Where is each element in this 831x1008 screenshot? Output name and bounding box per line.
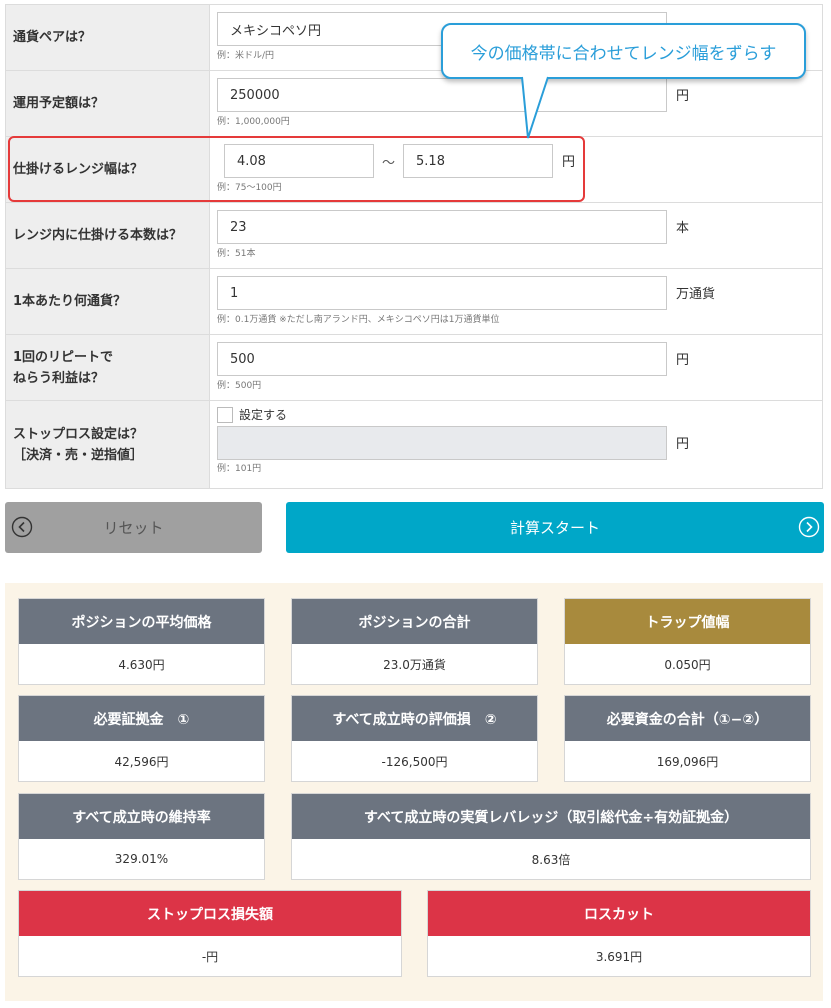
form-row-currency-per-trap: 1本あたり何通貨？ 1 万通貨 例：0.1万通貨 ※ただし南アランド円、メキシコ… bbox=[5, 269, 823, 335]
result-value: 8.63倍 bbox=[531, 852, 571, 867]
operating-amount-unit: 円 bbox=[676, 89, 690, 104]
result-title: すべて成立時の実質レバレッジ（取引総代金÷有効証拠金） bbox=[292, 794, 810, 839]
currency-pair-label: 通貨ペアは？ bbox=[6, 5, 210, 70]
stop-loss-example: 例：101円 bbox=[217, 464, 262, 474]
result-card-trap-width: トラップ値幅 0.050円 bbox=[564, 598, 811, 685]
range-from-input[interactable]: 4.08 bbox=[224, 144, 374, 178]
currency-per-trap-label: 1本あたり何通貨？ bbox=[6, 269, 210, 334]
range-to-input[interactable]: 5.18 bbox=[403, 144, 554, 178]
result-value: -円 bbox=[201, 949, 219, 964]
annotation-callout: 今の価格帯に合わせてレンジ幅をずらす bbox=[441, 23, 806, 79]
trap-count-unit: 本 bbox=[676, 221, 690, 236]
currency-per-trap-unit: 万通貨 bbox=[676, 287, 716, 302]
result-value: -126,500円 bbox=[381, 754, 448, 769]
form-row-stop-loss: ストップロス設定は？ ［決済・売・逆指値］ 設定する 円 例：101円 bbox=[5, 401, 823, 489]
results-panel: ポジションの平均価格 4.630円 ポジションの合計 23.0万通貨 トラップ値… bbox=[5, 583, 823, 1001]
repeat-profit-unit: 円 bbox=[676, 353, 690, 368]
result-title: 必要資金の合計（①−②） bbox=[565, 696, 810, 741]
result-title: 必要証拠金 ① bbox=[19, 696, 264, 741]
result-title: ポジションの合計 bbox=[292, 599, 537, 644]
repeat-profit-label: 1回のリピートで ねらう利益は？ bbox=[6, 335, 210, 400]
stop-loss-label-line1: ストップロス設定は？ bbox=[13, 426, 144, 442]
form-row-trap-count: レンジ内に仕掛ける本数は？ 23 本 例：51本 bbox=[5, 203, 823, 269]
trap-count-example: 例：51本 bbox=[217, 249, 256, 259]
result-title: トラップ値幅 bbox=[565, 599, 810, 644]
stop-loss-checkbox-label: 設定する bbox=[239, 408, 288, 422]
chevron-left-circle-icon bbox=[11, 516, 33, 538]
currency-per-trap-input[interactable]: 1 bbox=[217, 276, 667, 310]
stop-loss-checkbox[interactable] bbox=[217, 406, 233, 423]
result-card-loss-cut: ロスカット 3.691円 bbox=[427, 890, 811, 977]
range-width-label: 仕掛けるレンジ幅は？ bbox=[6, 137, 210, 202]
range-unit: 円 bbox=[562, 155, 576, 170]
result-value: 169,096円 bbox=[656, 754, 719, 769]
result-card-stop-loss-amount: ストップロス損失額 -円 bbox=[18, 890, 402, 977]
calculate-start-button-label: 計算スタート bbox=[509, 519, 600, 537]
operating-amount-label: 運用予定額は？ bbox=[6, 71, 210, 136]
result-title: ロスカット bbox=[428, 891, 810, 936]
trap-count-label: レンジ内に仕掛ける本数は？ bbox=[6, 203, 210, 268]
repeat-profit-example: 例：500円 bbox=[217, 381, 262, 391]
result-card-maintenance-rate: すべて成立時の維持率 329.01% bbox=[18, 793, 265, 880]
stop-loss-input[interactable] bbox=[217, 426, 667, 460]
result-card-unrealized-loss: すべて成立時の評価損 ② -126,500円 bbox=[291, 695, 538, 782]
operating-amount-input[interactable]: 250000 bbox=[217, 78, 667, 112]
result-value: 329.01% bbox=[114, 852, 169, 866]
result-value: 0.050円 bbox=[664, 657, 711, 672]
range-separator: 〜 bbox=[382, 155, 396, 171]
result-card-margin-required: 必要証拠金 ① 42,596円 bbox=[18, 695, 265, 782]
callout-pointer-icon bbox=[521, 76, 549, 139]
calculate-start-button[interactable]: 計算スタート bbox=[286, 502, 824, 553]
trap-count-input[interactable]: 23 bbox=[217, 210, 667, 244]
result-card-avg-price: ポジションの平均価格 4.630円 bbox=[18, 598, 265, 685]
form-row-operating-amount: 運用予定額は？ 250000 円 例：1,000,000円 bbox=[5, 71, 823, 137]
reset-button-label: リセット bbox=[103, 519, 164, 537]
form-row-range-width: 仕掛けるレンジ幅は？ 4.08 〜 5.18 円 例：75〜100円 bbox=[5, 137, 823, 203]
currency-per-trap-example: 例：0.1万通貨 ※ただし南アランド円、メキシコペソ円は1万通貨単位 bbox=[217, 315, 500, 325]
stop-loss-label: ストップロス設定は？ ［決済・売・逆指値］ bbox=[6, 401, 210, 488]
result-value: 23.0万通貨 bbox=[383, 657, 446, 672]
repeat-profit-label-line1: 1回のリピートで bbox=[13, 349, 114, 365]
result-title: ポジションの平均価格 bbox=[19, 599, 264, 644]
result-value: 4.630円 bbox=[118, 657, 165, 672]
result-card-position-total: ポジションの合計 23.0万通貨 bbox=[291, 598, 538, 685]
result-card-required-funds: 必要資金の合計（①−②） 169,096円 bbox=[564, 695, 811, 782]
result-title: すべて成立時の評価損 ② bbox=[292, 696, 537, 741]
stop-loss-label-line2: ［決済・売・逆指値］ bbox=[13, 447, 144, 463]
repeat-profit-input[interactable]: 500 bbox=[217, 342, 667, 376]
chevron-right-circle-icon bbox=[798, 516, 820, 538]
repeat-profit-label-line2: ねらう利益は？ bbox=[13, 370, 105, 386]
reset-button[interactable]: リセット bbox=[5, 502, 262, 553]
form-row-repeat-profit: 1回のリピートで ねらう利益は？ 500 円 例：500円 bbox=[5, 335, 823, 401]
range-width-example: 例：75〜100円 bbox=[217, 183, 282, 193]
result-title: ストップロス損失額 bbox=[19, 891, 401, 936]
result-card-effective-leverage: すべて成立時の実質レバレッジ（取引総代金÷有効証拠金） 8.63倍 bbox=[291, 793, 811, 880]
result-value: 42,596円 bbox=[114, 754, 169, 769]
result-value: 3.691円 bbox=[595, 949, 643, 964]
stop-loss-unit: 円 bbox=[676, 437, 690, 452]
result-title: すべて成立時の維持率 bbox=[19, 794, 264, 839]
